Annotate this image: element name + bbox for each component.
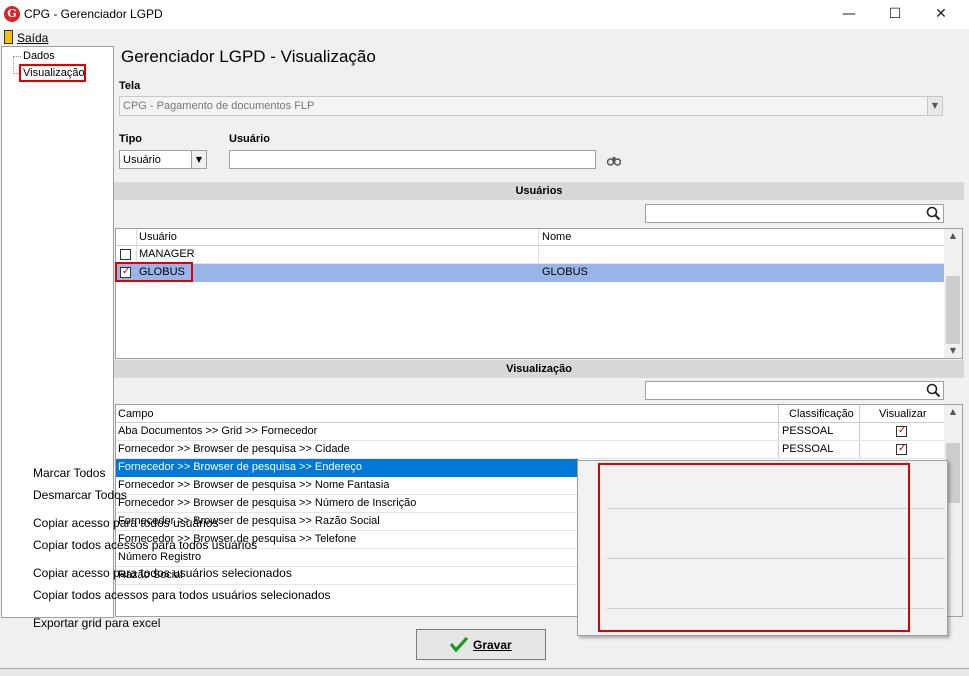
app-logo-icon: G (4, 6, 20, 22)
field-cell: Fornecedor >> Browser de pesquisa >> Nom… (118, 479, 390, 491)
chevron-down-icon[interactable]: ▼ (927, 97, 942, 115)
screen-value: CPG - Pagamento de documentos FLP (123, 100, 315, 112)
binoculars-icon[interactable] (607, 155, 621, 166)
minimize-button[interactable]: — (826, 0, 872, 29)
table-row[interactable] (116, 246, 944, 264)
status-bar (0, 668, 969, 676)
close-button[interactable]: ✕ (918, 0, 964, 29)
menu-item-uncheck-all[interactable]: Desmarcar Todos (33, 488, 127, 502)
field-cell: Fornecedor >> Browser de pesquisa >> End… (118, 461, 362, 473)
search-icon[interactable] (926, 383, 941, 398)
screen-dropdown[interactable]: CPG - Pagamento de documentos FLP (119, 96, 943, 116)
view-search-input[interactable] (645, 381, 944, 400)
users-col-user[interactable]: Usuário (139, 231, 177, 243)
visualize-checkbox[interactable] (896, 443, 907, 455)
users-scroll-thumb[interactable] (946, 276, 960, 344)
menu-item-export-excel[interactable]: Exportar grid para excel (33, 616, 160, 630)
field-cell: Aba Documentos >> Grid >> Fornecedor (118, 425, 318, 437)
field-cell: Fornecedor >> Browser de pesquisa >> Cid… (118, 443, 350, 455)
tree-item-dados[interactable]: Dados (23, 50, 55, 62)
user-row-checkbox[interactable] (120, 249, 131, 260)
tree-connector (13, 56, 21, 57)
menu-item-copy-all-access-all[interactable]: Copiar todos acessos para todos usuários (33, 538, 257, 552)
maximize-button[interactable]: ☐ (872, 0, 918, 29)
search-icon[interactable] (926, 206, 941, 221)
view-scroll-thumb[interactable] (946, 443, 960, 503)
type-label: Tipo (119, 133, 143, 145)
scroll-down-icon[interactable]: ▼ (945, 346, 961, 358)
user-name-cell: GLOBUS (542, 266, 588, 278)
field-cell: Número Registro (118, 551, 202, 563)
users-col-name[interactable]: Nome (542, 231, 571, 243)
menu-item-copy-all-access-selected[interactable]: Copiar todos acessos para todos usuários… (33, 588, 331, 602)
annotation-highlight (19, 64, 86, 82)
scroll-up-icon[interactable]: ▲ (945, 231, 961, 243)
checkmark-icon (450, 636, 468, 652)
field-cell: Fornecedor >> Browser de pesquisa >> Núm… (118, 497, 417, 509)
window-title: CPG - Gerenciador LGPD (24, 7, 163, 21)
menu-exit[interactable]: Saída (17, 31, 48, 45)
classification-cell: PESSOAL (782, 425, 834, 437)
user-label: Usuário (229, 133, 270, 145)
tree-connector (13, 56, 14, 74)
menu-bar (0, 29, 969, 46)
exit-door-icon[interactable] (4, 30, 13, 44)
screen-label: Tela (119, 80, 141, 92)
view-section-header: Visualização (114, 360, 964, 378)
chevron-down-icon[interactable]: ▼ (191, 151, 206, 168)
view-col-classification[interactable]: Classificação (789, 408, 854, 420)
menu-item-copy-access-selected[interactable]: Copiar acesso para todos usuários seleci… (33, 566, 292, 580)
user-input[interactable] (229, 150, 596, 169)
table-row-selected[interactable] (116, 264, 944, 282)
menu-item-check-all[interactable]: Marcar Todos (33, 466, 105, 480)
users-search-input[interactable] (645, 204, 944, 223)
view-col-field[interactable]: Campo (118, 408, 153, 420)
users-grid-header (116, 229, 944, 246)
save-button-label: Gravar (473, 638, 512, 652)
classification-cell: PESSOAL (782, 443, 834, 455)
type-value: Usuário (123, 154, 161, 166)
menu-item-copy-access-all[interactable]: Copiar acesso para todos usuários (33, 516, 218, 530)
user-cell: MANAGER (139, 248, 195, 260)
scroll-up-icon[interactable]: ▲ (945, 407, 961, 419)
view-col-visualize[interactable]: Visualizar (879, 408, 927, 420)
navigation-tree (1, 46, 114, 618)
annotation-highlight (115, 262, 193, 282)
annotation-highlight (598, 463, 910, 632)
users-section-header: Usuários (114, 182, 964, 200)
page-title: Gerenciador LGPD - Visualização (121, 47, 376, 66)
visualize-checkbox[interactable] (896, 425, 907, 437)
